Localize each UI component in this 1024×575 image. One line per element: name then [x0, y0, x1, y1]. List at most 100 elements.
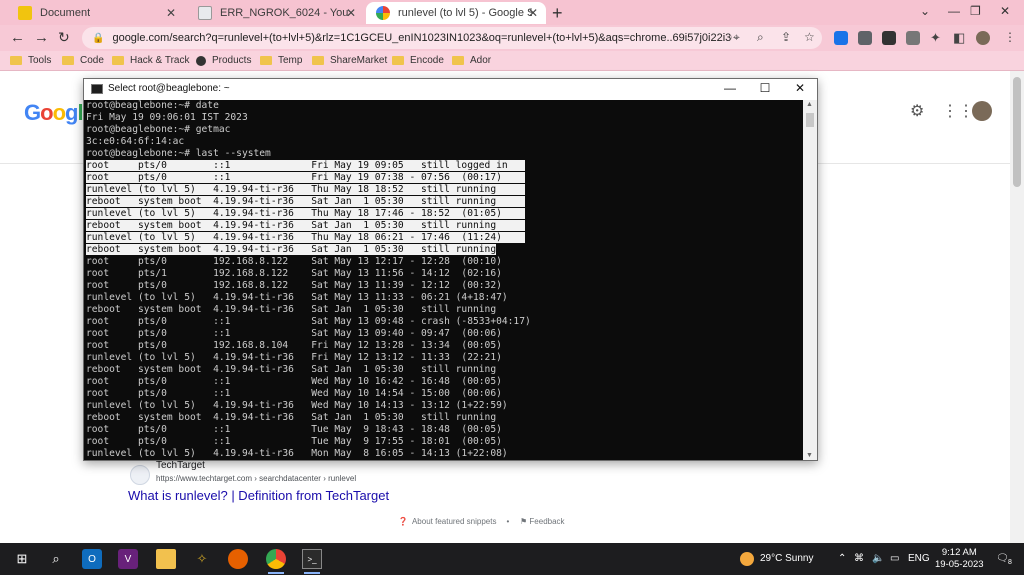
close-icon[interactable]: ✕ [790, 81, 810, 95]
volume-icon[interactable]: 🔈 [872, 553, 884, 564]
console-line-text: Fri May 19 09:06:01 IST 2023 [86, 112, 248, 123]
console-line: runlevel (to lvl 5) 4.19.94-ti-r36 Fri M… [86, 352, 803, 364]
active-app-indicator [268, 572, 284, 574]
feedback-link[interactable]: ⚑ Feedback [520, 517, 565, 526]
windows-start-icon[interactable]: ⊞ [12, 549, 32, 569]
location-icon[interactable]: ⌖ [733, 30, 740, 45]
console-line: 3c:e0:64:6f:14:ac [86, 136, 803, 148]
chrome-icon[interactable] [266, 549, 286, 569]
new-tab-icon[interactable]: + [552, 3, 563, 24]
extension-icon[interactable] [858, 31, 872, 45]
console-line-text: root pts/0 ::1 Tue May 9 18:43 - 18:48 (… [86, 424, 502, 435]
weather-sun-icon[interactable] [740, 552, 754, 566]
scroll-up-icon[interactable]: ▲ [806, 101, 813, 108]
bookmark-tools[interactable]: Tools [10, 55, 51, 66]
bookmark-products[interactable]: Products [196, 55, 251, 66]
address-bar[interactable]: 🔒 google.com/search?q=runlevel+(to+lvl+5… [82, 27, 822, 49]
techtarget-site-icon [130, 465, 150, 485]
close-tab-icon[interactable]: ✕ [528, 6, 538, 20]
console-output[interactable]: root@beaglebone:~# date Fri May 19 09:06:… [84, 100, 803, 460]
bookmark-temp[interactable]: Temp [260, 55, 302, 66]
chevron-up-icon[interactable]: ⌃ [838, 553, 846, 564]
scroll-down-icon[interactable]: ▼ [806, 452, 813, 459]
console-line: runlevel (to lvl 5) 4.19.94-ti-r36 Wed M… [86, 400, 803, 412]
tab-ngrok[interactable]: ERR_NGROK_6024 - You are abo ✕ [188, 2, 364, 24]
tab-title: ERR_NGROK_6024 - You are abo [220, 7, 350, 19]
console-line-text: runlevel (to lvl 5) 4.19.94-ti-r36 Mon M… [86, 448, 508, 459]
extension-icon[interactable] [882, 31, 896, 45]
sidepanel-icon[interactable]: ◧ [953, 30, 965, 46]
bookmark-star-icon[interactable]: ☆ [804, 30, 815, 44]
bookmark-encode[interactable]: Encode [392, 55, 444, 66]
result-title-link[interactable]: What is runlevel? | Definition from Tech… [128, 488, 389, 503]
firefox-icon[interactable] [228, 549, 248, 569]
kebab-menu-icon[interactable]: ⋮ [1004, 30, 1016, 44]
tab-title: Document [40, 7, 91, 19]
terminal-icon[interactable]: >_ [302, 549, 322, 569]
console-line-text: reboot system boot 4.19.94-ti-r36 Sat Ja… [86, 220, 525, 231]
console-line-text: root pts/0 ::1 Sat May 13 09:48 - crash … [86, 316, 531, 327]
puzzle-extensions-icon[interactable]: ✦ [930, 30, 941, 46]
minimize-icon[interactable]: — [720, 81, 740, 95]
url-text: google.com/search?q=runlevel+(to+lvl+5)&… [112, 32, 733, 44]
maximize-icon[interactable]: ☐ [755, 81, 775, 95]
search-icon[interactable]: ⌕ [46, 549, 66, 569]
restore-icon[interactable]: ❐ [970, 4, 981, 18]
document-favicon-icon [18, 6, 32, 20]
console-titlebar[interactable]: Select root@beaglebone: ~ — ☐ ✕ [84, 79, 817, 100]
feedback-icon: ⚑ [520, 517, 528, 526]
result-source-url[interactable]: https://www.techtarget.com › searchdatac… [156, 474, 356, 483]
console-scrollbar[interactable]: ▲ ▼ [803, 100, 817, 460]
file-explorer-icon[interactable] [156, 549, 176, 569]
tab-document[interactable]: Document ✕ [8, 2, 184, 24]
extension-icon[interactable] [906, 31, 920, 45]
console-line: root pts/0 ::1 Wed May 10 14:54 - 15:00 … [86, 388, 803, 400]
notification-icon[interactable]: 🗨 [996, 553, 1009, 564]
settings-gear-icon[interactable]: ⚙ [910, 101, 924, 121]
language-indicator[interactable]: ENG [908, 553, 930, 564]
console-line: root pts/0 192.168.8.104 Fri May 12 13:2… [86, 340, 803, 352]
close-tab-icon[interactable]: ✕ [346, 6, 356, 20]
console-line-text: runlevel (to lvl 5) 4.19.94-ti-r36 Fri M… [86, 352, 502, 363]
bookmark-sharemarket[interactable]: ShareMarket [312, 55, 387, 66]
reload-icon[interactable]: ↻ [58, 29, 70, 46]
close-tab-icon[interactable]: ✕ [166, 6, 176, 20]
visual-studio-icon[interactable]: V [118, 549, 138, 569]
page-scrollbar-thumb[interactable] [1013, 77, 1021, 187]
close-icon[interactable]: ✕ [1000, 4, 1010, 18]
console-line-text: reboot system boot 4.19.94-ti-r36 Sat Ja… [86, 364, 497, 375]
bookmark-label: Ador [470, 55, 492, 66]
console-line-text: root pts/0 ::1 Sat May 13 09:40 - 09:47 … [86, 328, 502, 339]
extension-icon[interactable] [834, 31, 848, 45]
console-line: runlevel (to lvl 5) 4.19.94-ti-r36 Thu M… [86, 208, 803, 220]
apps-grid-icon[interactable]: ⋮⋮ [942, 101, 974, 121]
zoom-icon[interactable]: ⌕ [757, 30, 764, 45]
console-line-text: root@beaglebone:~# last --system [86, 148, 271, 159]
about-featured-snippets[interactable]: ❓ About featured snippets • [398, 517, 513, 526]
bookmark-code[interactable]: Code [62, 55, 104, 66]
minimize-icon[interactable]: — [948, 4, 960, 18]
system-clock[interactable]: 9:12 AM 19-05-2023 [935, 547, 984, 571]
network-icon[interactable]: ⌘ [854, 553, 864, 564]
about-snippets-label: About featured snippets [411, 517, 497, 526]
chevron-down-icon[interactable]: ⌄ [920, 4, 930, 18]
account-avatar[interactable] [972, 101, 992, 121]
console-line: root@beaglebone:~# date [86, 100, 803, 112]
console-line: reboot system boot 4.19.94-ti-r36 Sat Ja… [86, 304, 803, 316]
forward-arrow-icon[interactable]: → [34, 29, 49, 46]
bookmark-ador[interactable]: Ador [452, 55, 491, 66]
profile-avatar-icon[interactable] [976, 31, 990, 45]
weather-text[interactable]: 29°C Sunny [760, 553, 813, 564]
bookmark-label: Code [80, 55, 104, 66]
outlook-icon[interactable]: O [82, 549, 102, 569]
console-window[interactable]: Select root@beaglebone: ~ — ☐ ✕ root@bea… [83, 78, 818, 461]
share-icon[interactable]: ⇪ [781, 30, 791, 44]
bookmark-label: Temp [278, 55, 303, 66]
back-arrow-icon[interactable]: ← [10, 29, 25, 46]
battery-icon[interactable]: ▭ [890, 553, 899, 564]
tab-google-search[interactable]: runlevel (to lvl 5) - Google Search ✕ [366, 2, 546, 24]
console-scroll-thumb[interactable] [806, 113, 814, 127]
bookmark-hack-track[interactable]: Hack & Track [112, 55, 189, 66]
tools-app-icon[interactable]: ✧ [192, 549, 212, 569]
bookmark-label: Tools [28, 55, 52, 66]
